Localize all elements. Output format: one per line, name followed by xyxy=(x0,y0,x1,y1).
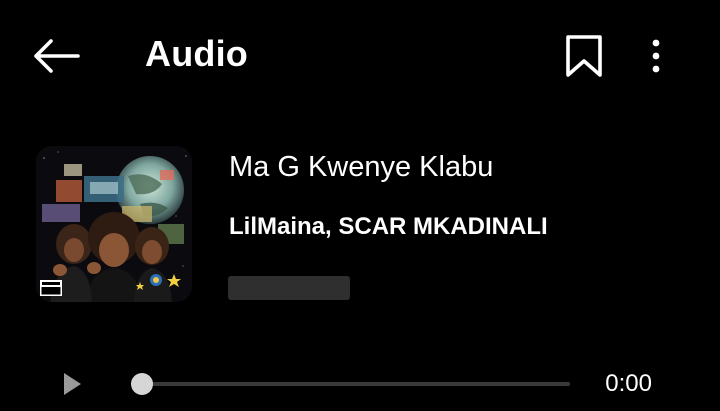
seek-track xyxy=(136,382,570,386)
seek-bar[interactable] xyxy=(130,372,570,396)
track-info: Ma G Kwenye Klabu LilMaina, SCAR MKADINA… xyxy=(36,146,686,306)
album-cover[interactable] xyxy=(36,146,192,302)
seek-thumb[interactable] xyxy=(131,373,153,395)
bookmark-button[interactable] xyxy=(560,30,608,82)
more-options-button[interactable] xyxy=(636,30,676,82)
back-button[interactable] xyxy=(28,34,84,78)
track-title: Ma G Kwenye Klabu xyxy=(229,151,494,183)
play-icon xyxy=(64,373,81,395)
track-artists[interactable]: LilMaina, SCAR MKADINALI xyxy=(229,211,548,243)
bookmark-icon xyxy=(566,35,602,77)
elapsed-time: 0:00 xyxy=(605,370,652,397)
top-app-bar: Audio xyxy=(0,0,720,112)
album-cover-art xyxy=(36,146,192,302)
page-title: Audio xyxy=(145,33,248,74)
loading-placeholder xyxy=(228,276,350,300)
arrow-left-icon xyxy=(34,39,80,73)
more-vertical-icon xyxy=(652,39,660,73)
audio-player: 0:00 xyxy=(0,356,720,411)
play-button[interactable] xyxy=(56,369,88,399)
